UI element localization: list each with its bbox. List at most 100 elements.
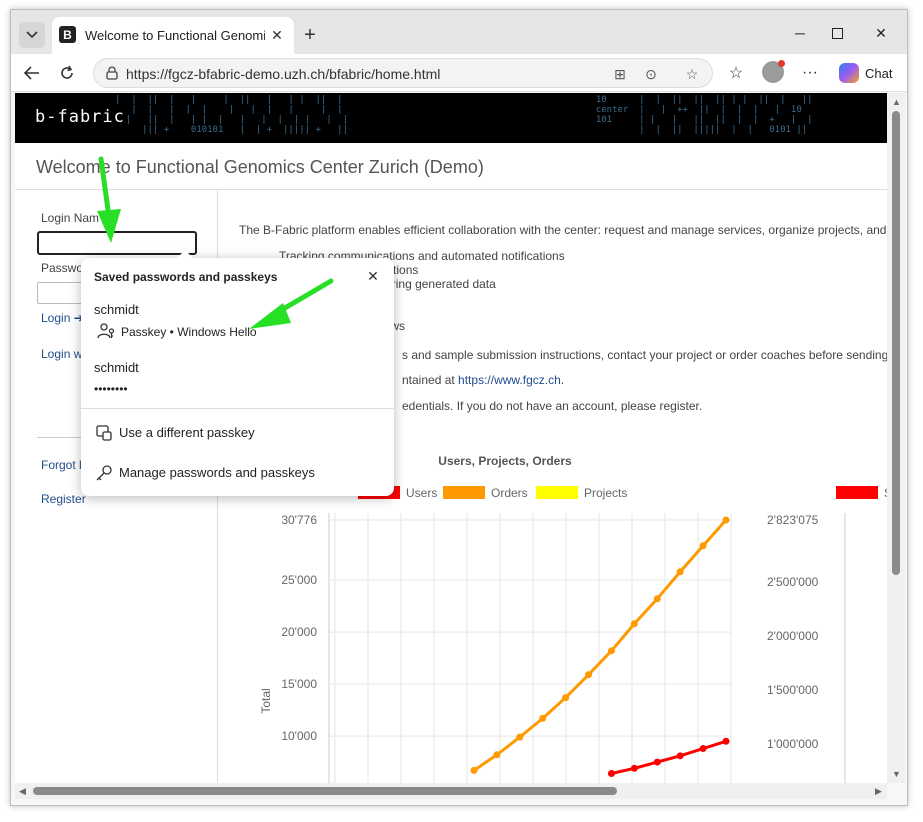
popup-close-button[interactable]: ✕ <box>363 266 383 286</box>
data-point <box>630 764 638 772</box>
horizontal-scrollbar[interactable]: ◀ ▶ <box>15 783 887 799</box>
refresh-icon <box>61 65 73 79</box>
arrow-left-icon <box>24 66 39 80</box>
banner-pattern: | | || | | | || | | | || | | | | | | | |… <box>115 95 348 135</box>
data-point <box>562 694 570 702</box>
new-tab-button[interactable]: + <box>299 24 321 46</box>
forgot-password-link[interactable]: Forgot l <box>41 458 82 472</box>
favorite-button[interactable]: ☆ <box>681 63 703 85</box>
use-different-passkey-label: Use a different passkey <box>119 425 255 440</box>
heading-divider <box>15 189 887 190</box>
maintained-prefix: ntained at <box>402 373 459 387</box>
y-tick-label: 10'000 <box>281 729 317 743</box>
chevron-down-icon <box>26 31 38 39</box>
data-point <box>539 714 547 722</box>
legend-swatch <box>836 486 878 499</box>
annotation-arrow-left <box>249 278 334 329</box>
y2-tick-label: 2'500'000 <box>767 575 819 589</box>
horizontal-scroll-thumb[interactable] <box>33 787 617 795</box>
instructions-text: s and sample submission instructions, co… <box>402 348 887 362</box>
manage-passwords-button[interactable]: Manage passwords and passkeys <box>81 454 394 490</box>
data-point <box>699 745 707 753</box>
legend-label: Projects <box>584 486 627 500</box>
y2-tick-label: 2'823'075 <box>767 513 819 527</box>
refresh-button[interactable] <box>54 60 80 86</box>
popup-caret <box>176 250 194 259</box>
scroll-right-icon[interactable]: ▶ <box>875 786 882 797</box>
popup-divider <box>81 408 394 409</box>
y2-tick-label: 2'000'000 <box>767 629 819 643</box>
login-with-link[interactable]: Login w <box>41 347 82 361</box>
close-icon: ✕ <box>875 24 887 41</box>
notification-dot <box>778 60 785 67</box>
device-passkey-icon <box>96 425 112 441</box>
ellipsis-icon: ··· <box>802 64 818 81</box>
masked-password: •••••••• <box>94 382 128 396</box>
split-screen-button[interactable]: ⊞ <box>609 63 631 85</box>
intro-text: The B-Fabric platform enables efficient … <box>239 223 887 237</box>
vertical-scroll-thumb[interactable] <box>892 111 900 575</box>
browser-toolbar: https://fgcz-bfabric-demo.uzh.ch/bfabric… <box>11 54 907 92</box>
scroll-down-icon[interactable]: ▼ <box>892 769 901 779</box>
url-text[interactable]: https://fgcz-bfabric-demo.uzh.ch/bfabric… <box>126 66 440 82</box>
address-bar[interactable]: https://fgcz-bfabric-demo.uzh.ch/bfabric… <box>93 58 713 88</box>
tab-actions-button[interactable] <box>19 22 45 48</box>
browser-window: B Welcome to Functional Genomics Center … <box>10 9 908 806</box>
data-point <box>699 542 707 550</box>
y-tick-label: 15'000 <box>281 677 317 691</box>
y2-tick-label: 1'500'000 <box>767 683 819 697</box>
maximize-icon <box>831 27 843 39</box>
legend-swatch <box>443 486 485 499</box>
manage-passwords-label: Manage passwords and passkeys <box>119 465 315 480</box>
star-list-icon: ☆ <box>728 65 744 82</box>
y2-tick-label: 1'000'000 <box>767 737 819 751</box>
use-different-passkey-button[interactable]: Use a different passkey <box>81 414 394 450</box>
y-tick-label: 20'000 <box>281 625 317 639</box>
banner-pattern-right: 10 | | || || || | | || | || center | | +… <box>595 95 813 135</box>
bfabric-banner: | | || | | | || | | | || | | | | | | | |… <box>15 93 887 143</box>
star-icon: ☆ <box>685 65 699 82</box>
vertical-scrollbar[interactable]: ▲ ▼ <box>887 93 905 783</box>
minimize-button[interactable]: ─ <box>782 22 818 44</box>
y-axis-label: Total <box>259 688 273 713</box>
more-options-button[interactable]: ⊙ <box>640 63 662 85</box>
credentials-text: edentials. If you do not have an account… <box>402 399 703 413</box>
passkey-icon <box>97 323 115 339</box>
close-icon: ✕ <box>271 26 283 43</box>
data-point <box>470 766 478 774</box>
close-window-button[interactable]: ✕ <box>863 22 899 44</box>
ellipsis-circle-icon: ⊙ <box>645 65 657 82</box>
favorites-button[interactable]: ☆ <box>723 60 749 86</box>
copilot-icon <box>839 63 859 83</box>
scroll-left-icon[interactable]: ◀ <box>19 786 26 797</box>
data-point <box>653 595 661 603</box>
tab-active[interactable]: B Welcome to Functional Genomics Center … <box>52 17 294 54</box>
data-point <box>653 758 661 766</box>
site-info-icon[interactable] <box>104 65 120 81</box>
back-button[interactable] <box>19 60 45 86</box>
settings-menu-button[interactable]: ··· <box>797 60 823 86</box>
register-link[interactable]: Register <box>41 492 86 506</box>
data-point <box>585 671 593 679</box>
legend-swatch <box>536 486 578 499</box>
login-button[interactable]: Login ➔ <box>41 311 84 325</box>
maximize-button[interactable] <box>819 22 855 44</box>
key-icon <box>96 465 112 481</box>
credential-username: schmidt <box>94 302 139 317</box>
grid-plus-icon: ⊞ <box>614 65 626 82</box>
series-line <box>611 739 727 775</box>
saved-passwords-popup: Saved passwords and passkeys ✕ schmidt P… <box>81 250 394 496</box>
annotation-arrow-down <box>97 156 121 243</box>
minimize-icon: ─ <box>795 25 805 41</box>
bfabric-logo[interactable]: b-fabric <box>35 107 125 127</box>
bfabric-favicon-icon: B <box>59 26 76 43</box>
data-point <box>493 751 501 759</box>
fgcz-link[interactable]: https://www.fgcz.ch <box>458 373 561 387</box>
credential-detail: Passkey • Windows Hello <box>121 325 257 339</box>
series-line <box>473 519 728 772</box>
chat-button[interactable]: Chat <box>833 58 901 88</box>
data-point <box>607 770 615 778</box>
password-label: Passwo <box>41 261 84 275</box>
scroll-up-icon[interactable]: ▲ <box>892 97 901 107</box>
tab-close-button[interactable]: ✕ <box>267 25 287 45</box>
